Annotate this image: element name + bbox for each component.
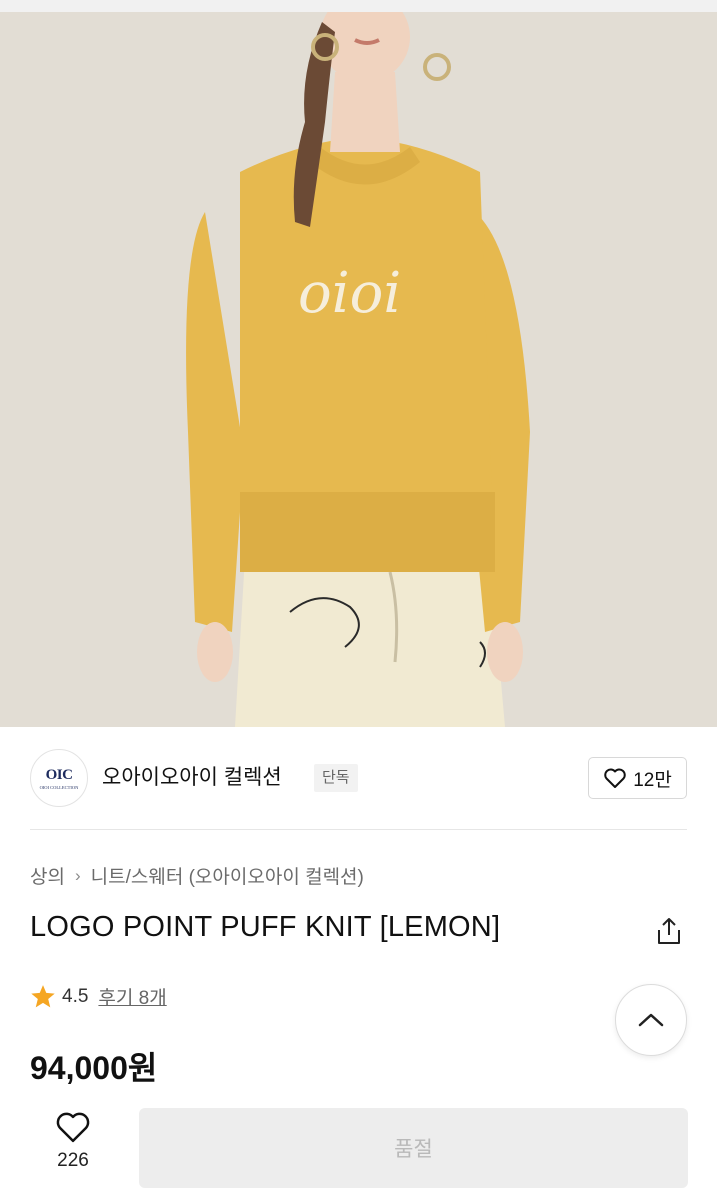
brand-like-count: 12만 (633, 769, 672, 791)
wishlist-button[interactable]: 226 (38, 1110, 108, 1184)
breadcrumb-category[interactable]: 상의 (30, 862, 65, 889)
heart-icon (56, 1112, 90, 1143)
share-button[interactable] (655, 916, 683, 946)
brand-row[interactable]: OIC OIOI COLLECTION 오아이오아이 컬렉션 단독 12만 (0, 727, 717, 830)
bottom-action-bar: 226 품절 (0, 1100, 717, 1200)
sweater-logo-text: oioi (298, 261, 401, 326)
brand-logo-sub: OIOI COLLECTION (39, 784, 79, 790)
sold-out-button[interactable]: 품절 (139, 1108, 688, 1188)
exclusive-badge: 단독 (314, 764, 358, 792)
rating-value: 4.5 (62, 985, 89, 1007)
product-price: 94,000원 (30, 1050, 158, 1086)
heart-icon (604, 768, 626, 788)
product-photo: oioi (0, 12, 717, 727)
share-icon (658, 918, 680, 944)
brand-name[interactable]: 오아이오아이 컬렉션 (102, 761, 282, 791)
chevron-right-icon: › (74, 865, 81, 885)
review-link[interactable]: 후기 8개 (98, 983, 166, 1010)
chevron-up-icon (638, 1013, 664, 1027)
product-title: LOGO POINT PUFF KNIT [LEMON] (30, 911, 501, 943)
divider (30, 829, 687, 830)
scroll-top-button[interactable] (615, 984, 687, 1056)
brand-logo-mark: OIC (45, 766, 73, 783)
rating-row: 4.5 후기 8개 (30, 983, 167, 1010)
product-image[interactable]: oioi (0, 12, 717, 727)
breadcrumb-subcategory[interactable]: 니트/스웨터 (오아이오아이 컬렉션) (91, 862, 364, 889)
brand-logo[interactable]: OIC OIOI COLLECTION (30, 749, 88, 807)
star-icon (31, 985, 55, 1008)
top-status-strip (0, 0, 717, 12)
breadcrumb: 상의 › 니트/스웨터 (오아이오아이 컬렉션) (30, 862, 364, 889)
wishlist-count: 226 (57, 1150, 89, 1171)
brand-like-button[interactable]: 12만 (588, 757, 687, 799)
